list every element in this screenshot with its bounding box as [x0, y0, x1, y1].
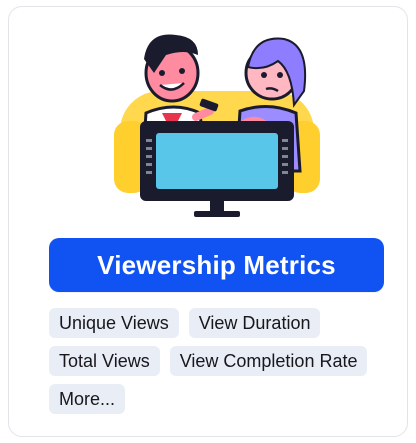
metric-card: Viewership Metrics Unique Views View Dur…	[8, 6, 408, 437]
tag-total-views[interactable]: Total Views	[49, 346, 160, 376]
metric-tag-list: Unique Views View Duration Total Views V…	[49, 308, 399, 414]
tag-unique-views[interactable]: Unique Views	[49, 308, 179, 338]
tag-view-completion-rate[interactable]: View Completion Rate	[169, 346, 368, 376]
viewership-metrics-button[interactable]: Viewership Metrics	[49, 238, 384, 292]
tag-view-duration[interactable]: View Duration	[188, 308, 321, 338]
tag-more[interactable]: More...	[49, 384, 126, 414]
couple-watching-tv-illustration	[114, 34, 320, 217]
